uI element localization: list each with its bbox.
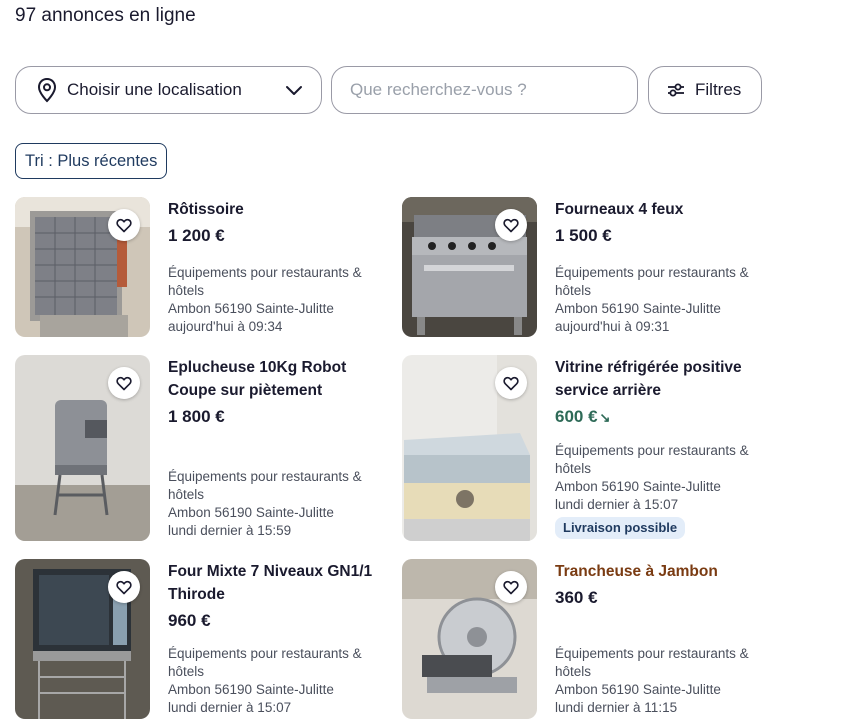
listing-category: Équipements pour restaurants & hôtels [168, 469, 362, 502]
listing-price: 1 800 € [168, 407, 225, 426]
listing-meta: Équipements pour restaurants & hôtels Am… [168, 645, 393, 717]
listing-thumbnail[interactable] [15, 197, 150, 337]
listing-category: Équipements pour restaurants & hôtels [555, 646, 749, 679]
listing-price: 1 200 € [168, 226, 225, 245]
listing-category: Équipements pour restaurants & hôtels [555, 443, 749, 476]
delivery-badge: Livraison possible [555, 517, 686, 539]
listing-location: Ambon 56190 Sainte-Julitte [168, 682, 334, 697]
listing-price: 360 € [555, 588, 598, 607]
listing-location: Ambon 56190 Sainte-Julitte [555, 682, 721, 697]
chevron-down-icon [286, 86, 302, 95]
trend-down-icon: ↘ [599, 410, 611, 425]
listing-meta: Équipements pour restaurants & hôtels Am… [168, 468, 393, 540]
location-pin-icon [37, 77, 57, 103]
listing-card[interactable]: Vitrine réfrigérée positive service arri… [402, 355, 782, 541]
listing-date: lundi dernier à 15:07 [168, 700, 292, 715]
listing-category: Équipements pour restaurants & hôtels [168, 646, 362, 679]
favorite-button[interactable] [108, 209, 140, 241]
search-input[interactable]: Que recherchez-vous ? [331, 66, 638, 114]
search-placeholder: Que recherchez-vous ? [350, 80, 527, 99]
listing-category: Équipements pour restaurants & hôtels [555, 265, 749, 298]
listing-card[interactable]: Eplucheuse 10Kg Robot Coupe sur piètemen… [15, 355, 395, 541]
listing-title[interactable]: Fourneaux 4 feux [555, 198, 780, 221]
listing-info: Vitrine réfrigérée positive service arri… [555, 355, 780, 430]
listing-title[interactable]: Trancheuse à Jambon [555, 560, 780, 583]
listing-thumbnail[interactable] [15, 355, 150, 541]
listing-meta: Équipements pour restaurants & hôtels Am… [168, 264, 393, 336]
listing-card[interactable]: Fourneaux 4 feux 1 500 € Équipements pou… [402, 197, 782, 337]
listing-title[interactable]: Four Mixte 7 Niveaux GN1/1 Thirode [168, 560, 393, 606]
listing-meta: Équipements pour restaurants & hôtels Am… [555, 264, 780, 336]
listing-location: Ambon 56190 Sainte-Julitte [168, 505, 334, 520]
heart-icon [116, 580, 132, 594]
heart-icon [116, 376, 132, 390]
listing-meta: Équipements pour restaurants & hôtels Am… [555, 442, 780, 539]
listing-thumbnail[interactable] [402, 197, 537, 337]
favorite-button[interactable] [108, 367, 140, 399]
location-select-label: Choisir une localisation [67, 80, 242, 99]
listing-date: aujourd'hui à 09:34 [168, 319, 283, 334]
listing-thumbnail[interactable] [402, 559, 537, 719]
listing-info: Fourneaux 4 feux 1 500 € [555, 197, 780, 248]
listing-info: Eplucheuse 10Kg Robot Coupe sur piètemen… [168, 355, 393, 429]
filters-button[interactable]: Filtres [648, 66, 762, 114]
listing-price: 1 500 € [555, 226, 612, 245]
favorite-button[interactable] [108, 571, 140, 603]
listing-price: 600 € ↘ [555, 405, 780, 430]
listing-price: 960 € [168, 611, 211, 630]
sort-button[interactable]: Tri : Plus récentes [15, 143, 168, 179]
listing-card[interactable]: Four Mixte 7 Niveaux GN1/1 Thirode 960 €… [15, 559, 395, 719]
heart-icon [116, 218, 132, 232]
listing-info: Rôtissoire 1 200 € [168, 197, 393, 248]
listing-category: Équipements pour restaurants & hôtels [168, 265, 362, 298]
favorite-button[interactable] [495, 209, 527, 241]
listing-card[interactable]: Trancheuse à Jambon 360 € Équipements po… [402, 559, 782, 719]
listing-title[interactable]: Eplucheuse 10Kg Robot Coupe sur piètemen… [168, 356, 393, 402]
listing-date: lundi dernier à 11:15 [555, 700, 678, 715]
filter-bar: Choisir une localisation Que recherchez-… [15, 66, 765, 116]
sliders-icon [668, 83, 684, 97]
listing-thumbnail[interactable] [402, 355, 537, 541]
listing-meta: Équipements pour restaurants & hôtels Am… [555, 645, 780, 717]
listing-info: Trancheuse à Jambon 360 € [555, 559, 780, 610]
listing-price-value: 600 € [555, 407, 598, 426]
listing-location: Ambon 56190 Sainte-Julitte [555, 301, 721, 316]
listing-thumbnail[interactable] [15, 559, 150, 719]
listing-date: lundi dernier à 15:07 [555, 497, 679, 512]
listing-date: lundi dernier à 15:59 [168, 523, 292, 538]
listing-title[interactable]: Rôtissoire [168, 198, 393, 221]
favorite-button[interactable] [495, 367, 527, 399]
favorite-button[interactable] [495, 571, 527, 603]
listing-location: Ambon 56190 Sainte-Julitte [555, 479, 721, 494]
location-select[interactable]: Choisir une localisation [15, 66, 322, 114]
listing-date: aujourd'hui à 09:31 [555, 319, 670, 334]
heart-icon [503, 376, 519, 390]
results-count: 97 annonces en ligne [15, 5, 196, 26]
heart-icon [503, 580, 519, 594]
listing-location: Ambon 56190 Sainte-Julitte [168, 301, 334, 316]
heart-icon [503, 218, 519, 232]
listing-title[interactable]: Vitrine réfrigérée positive service arri… [555, 356, 780, 402]
filters-button-label: Filtres [695, 80, 742, 99]
listing-info: Four Mixte 7 Niveaux GN1/1 Thirode 960 € [168, 559, 393, 633]
listing-card[interactable]: Rôtissoire 1 200 € Équipements pour rest… [15, 197, 395, 337]
